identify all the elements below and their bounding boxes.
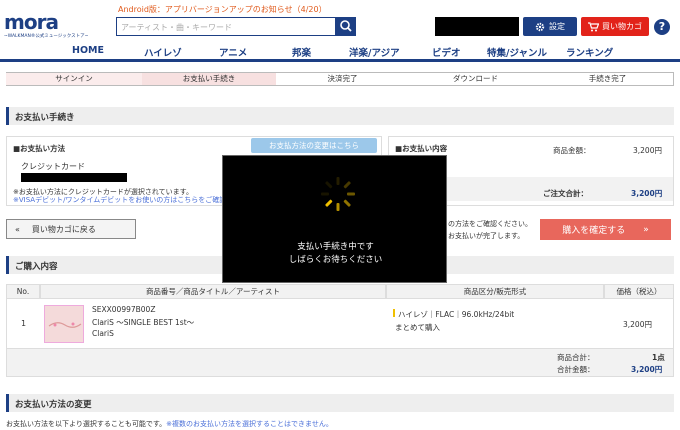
nav-western-asia[interactable]: 洋楽/アジア	[349, 45, 400, 59]
header-title: 商品番号／商品タイトル／アーティスト	[40, 284, 386, 299]
format-info: ハイレゾ｜FLAC｜96.0kHz/24bit	[398, 310, 515, 319]
total-label: ご注文合計：	[543, 189, 588, 198]
album-cover-image[interactable]	[44, 305, 84, 343]
settings-button[interactable]: 設定	[523, 17, 577, 36]
table-summary: 商品合計： 1点 合計金額： 3,200円	[6, 349, 674, 377]
sum-value: 3,200円	[631, 365, 663, 374]
mora-logo[interactable]: mora ~WALKMAN®公式ミュージックストア~	[4, 10, 104, 40]
contents-label: ■お支払い内容	[395, 144, 448, 153]
product-title-link[interactable]: ClariS ～SINGLE BEST 1st～	[92, 317, 194, 328]
site-header: mora ~WALKMAN®公式ミュージックストア~ Android版：アプリバ…	[0, 0, 680, 42]
row-no: 1	[21, 319, 27, 328]
main-nav: HOME ハイレゾ アニメ 邦楽 洋楽/アジア ビデオ 特集/ジャンル ランキン…	[0, 42, 680, 62]
change-note-warning: ※複数のお支払い方法を選択することはできません。	[166, 420, 333, 428]
nav-feature-genre[interactable]: 特集/ジャンル	[487, 45, 547, 59]
modal-line-1: 支払い手続き中です	[297, 242, 374, 252]
count-value: 1点	[652, 353, 665, 362]
cart-label: 買い物カゴ	[602, 22, 642, 31]
search-placeholder: アーティスト・曲・キーワード	[121, 23, 233, 32]
cart-icon	[588, 21, 599, 31]
album-art	[48, 322, 82, 328]
processing-modal: 支払い手続き中です しばらくお待ちください	[222, 155, 447, 283]
modal-line-2: しばらくお待ちください	[288, 255, 383, 265]
change-section-title: お支払い方法の変更	[6, 394, 674, 412]
nav-home[interactable]: HOME	[72, 45, 104, 56]
change-note-text: お支払い方法を以下より選択することも可能です。	[6, 420, 167, 428]
count-label: 商品合計：	[557, 353, 595, 362]
payment-method-label: ■お支払い方法	[13, 144, 66, 153]
card-number-redacted	[21, 173, 127, 182]
nav-ranking[interactable]: ランキング	[566, 45, 613, 59]
step-payment: お支払い手続き	[142, 72, 276, 86]
help-icon[interactable]: ?	[654, 19, 670, 35]
card-name: クレジットカード	[21, 162, 85, 171]
change-payment-button[interactable]: お支払方法の変更はこちら	[251, 138, 377, 153]
step-download: ダウンロード	[409, 72, 542, 86]
total-value: 3,200円	[631, 189, 663, 198]
search-button[interactable]	[336, 17, 356, 36]
product-code: SEXX00997B00Z	[92, 305, 156, 314]
artist-link[interactable]: ClariS	[92, 329, 114, 338]
confirm-note-2: お支払いが完了します。	[448, 232, 525, 240]
confirm-label: 購入を確定する	[562, 226, 626, 236]
user-name-redacted[interactable]	[435, 17, 519, 36]
back-to-cart-button[interactable]: « 買い物カゴに戻る	[6, 219, 136, 239]
gear-icon	[535, 22, 545, 31]
row-price: 3,200円	[623, 320, 652, 329]
debit-note-link[interactable]: ※VISAデビット/ワンタイムデビットをお使いの方はこちらをご確認	[13, 195, 226, 205]
nav-video[interactable]: ビデオ	[432, 45, 461, 59]
double-chevron-left-icon: «	[15, 224, 20, 234]
sum-label: 合計金額：	[557, 365, 595, 374]
table-row: 1 SEXX00997B00Z ClariS ～SINGLE BEST 1st～…	[6, 299, 674, 349]
logo-subtitle: ~WALKMAN®公式ミュージックストア~	[4, 34, 89, 39]
hires-marker	[393, 309, 395, 317]
step-complete: 手続き完了	[542, 72, 674, 86]
header-format: 商品区分/販売形式	[386, 284, 604, 299]
step-signin: サインイン	[6, 72, 142, 86]
nav-anime[interactable]: アニメ	[219, 45, 247, 59]
settings-label: 設定	[549, 22, 565, 31]
loading-spinner-icon	[321, 177, 355, 211]
header-no: No.	[6, 284, 40, 299]
sale-type: まとめて購入	[395, 323, 440, 332]
double-chevron-right-icon: »	[643, 224, 649, 235]
header-price: 価格（税込）	[604, 284, 674, 299]
progress-steps: サインイン お支払い手続き 決済完了 ダウンロード 手続き完了	[6, 72, 674, 86]
confirm-purchase-button[interactable]: 購入を確定する »	[540, 219, 671, 240]
logo-text: mora	[4, 10, 59, 34]
payment-section-title: お支払い手続き	[6, 107, 674, 125]
cart-button[interactable]: 買い物カゴ	[581, 17, 649, 36]
search-icon	[340, 20, 352, 32]
nav-jpop[interactable]: 邦楽	[292, 45, 311, 59]
change-note: お支払い方法を以下より選択することも可能です。※複数のお支払い方法を選択すること…	[6, 419, 333, 429]
back-label: 買い物カゴに戻る	[31, 224, 96, 234]
step-settled: 決済完了	[276, 72, 409, 86]
subtotal-label: 商品金額：	[553, 146, 591, 155]
search-input[interactable]: アーティスト・曲・キーワード	[116, 17, 336, 36]
nav-hires[interactable]: ハイレゾ	[144, 45, 182, 59]
app-notice-link[interactable]: Android版：アプリバージョンアップのお知らせ（4/20）	[118, 4, 327, 15]
subtotal-value: 3,200円	[633, 146, 662, 155]
confirm-note-1: の方法をご確認ください。	[448, 220, 532, 228]
